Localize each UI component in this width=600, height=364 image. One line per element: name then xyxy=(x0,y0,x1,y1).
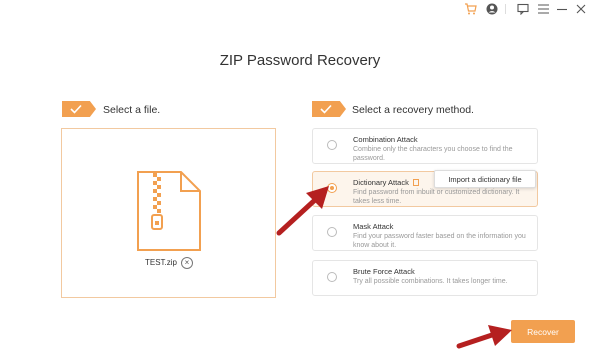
method-title: Dictionary Attack xyxy=(353,178,409,187)
step2-label: Select a recovery method. xyxy=(352,104,474,116)
file-name: TEST.zip xyxy=(145,258,178,267)
remove-file-button[interactable]: × xyxy=(181,257,193,269)
step1-label: Select a file. xyxy=(103,104,161,116)
cart-icon[interactable] xyxy=(463,2,477,16)
feedback-icon[interactable] xyxy=(516,2,530,16)
annotation-arrow-icon xyxy=(276,186,329,236)
toolbar-divider xyxy=(505,4,506,14)
method-title: Brute Force Attack xyxy=(353,267,415,276)
method-radio[interactable] xyxy=(327,272,337,282)
method-description: Find password from inbuilt or customized… xyxy=(353,189,520,205)
method-title: Combination Attack xyxy=(353,135,418,144)
step-check-badge xyxy=(312,101,346,117)
method-mask-attack[interactable]: Mask Attack Find your password faster ba… xyxy=(312,215,538,251)
method-title-wrap: Dictionary Attack xyxy=(353,178,419,187)
method-brute-force-attack[interactable]: Brute Force Attack Try all possible comb… xyxy=(312,260,538,296)
account-icon[interactable] xyxy=(485,2,499,16)
method-combination-attack[interactable]: Combination Attack Combine only the char… xyxy=(312,128,538,164)
import-dictionary-tooltip: Import a dictionary file xyxy=(434,170,536,188)
page-title: ZIP Password Recovery xyxy=(219,52,381,69)
method-description: Find your password faster based on the i… xyxy=(353,233,526,249)
recover-button[interactable]: Recover xyxy=(511,320,575,343)
method-title: Mask Attack xyxy=(353,222,394,231)
check-icon xyxy=(70,104,82,114)
check-icon xyxy=(320,104,332,114)
close-icon[interactable] xyxy=(574,2,588,16)
method-description: Try all possible combinations. It takes … xyxy=(353,278,508,285)
import-dictionary-icon[interactable] xyxy=(412,179,419,186)
zip-file-icon xyxy=(137,171,201,251)
title-bar xyxy=(0,0,600,20)
step-check-badge xyxy=(62,101,96,117)
method-radio[interactable] xyxy=(327,140,337,150)
annotation-arrow-icon xyxy=(456,325,512,349)
minimize-icon[interactable] xyxy=(555,2,569,16)
method-description: Combine only the characters you choose t… xyxy=(353,146,513,162)
menu-icon[interactable] xyxy=(536,2,550,16)
